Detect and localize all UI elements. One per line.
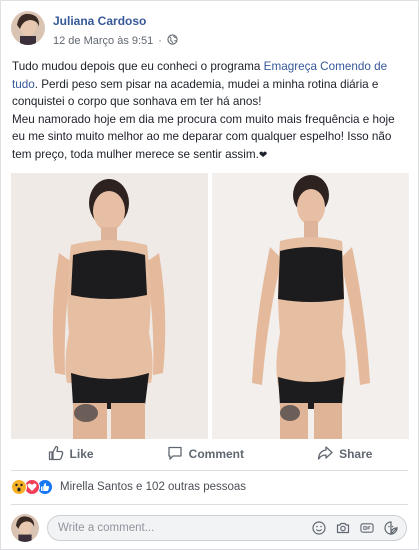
before-photo[interactable]: [11, 173, 209, 439]
reactions-text: Mirella Santos e 102 outras pessoas: [60, 481, 247, 493]
author-name[interactable]: Juliana Cardoso: [53, 14, 146, 28]
post-card: Juliana Cardoso 12 de Março às 9:51 · Tu…: [0, 0, 419, 550]
actions-divider: [11, 470, 408, 471]
heart-emoji: ❤: [258, 149, 268, 161]
author-avatar[interactable]: [11, 11, 45, 45]
like-label: Like: [69, 447, 94, 461]
post-meta: 12 de Março às 9:51 ·: [53, 34, 178, 48]
post-header: Juliana Cardoso 12 de Março às 9:51 ·: [11, 11, 408, 51]
wow-reaction-icon: [11, 479, 27, 495]
post-text-second: Meu namorado hoje em dia me procura com …: [12, 112, 395, 161]
emoji-icon[interactable]: [312, 521, 326, 535]
after-photo[interactable]: [211, 173, 409, 439]
comment-bubble-icon: [167, 445, 183, 464]
share-label: Share: [339, 447, 373, 461]
gif-icon[interactable]: [360, 521, 374, 535]
comment-composer: Write a comment...: [11, 513, 408, 543]
like-button[interactable]: Like: [48, 445, 94, 464]
viewer-avatar[interactable]: [11, 514, 39, 542]
post-actions: Like Comment Share: [11, 442, 409, 466]
comment-button[interactable]: Comment: [167, 445, 244, 464]
meta-separator: ·: [158, 35, 162, 47]
comment-label: Comment: [188, 447, 244, 461]
post-photos: [11, 173, 409, 439]
comment-tools: [312, 521, 398, 535]
post-text-intro: Tudo mudou depois que eu conheci o progr…: [12, 60, 264, 73]
share-arrow-icon: [317, 445, 333, 464]
globe-icon[interactable]: [167, 34, 178, 48]
comment-placeholder: Write a comment...: [58, 522, 155, 534]
comment-input[interactable]: Write a comment...: [47, 515, 407, 541]
post-text-rest: . Perdi peso sem pisar na academia, mude…: [12, 77, 379, 109]
post-timestamp[interactable]: 12 de Março às 9:51: [53, 35, 153, 47]
post-body: Tudo mudou depois que eu conheci o progr…: [12, 58, 410, 164]
sticker-icon[interactable]: [384, 521, 398, 535]
share-button[interactable]: Share: [317, 445, 372, 464]
camera-icon[interactable]: [336, 521, 350, 535]
thumbs-up-icon: [48, 445, 64, 464]
reactions-divider: [11, 504, 408, 505]
reactions-summary[interactable]: Mirella Santos e 102 outras pessoas: [11, 478, 246, 496]
